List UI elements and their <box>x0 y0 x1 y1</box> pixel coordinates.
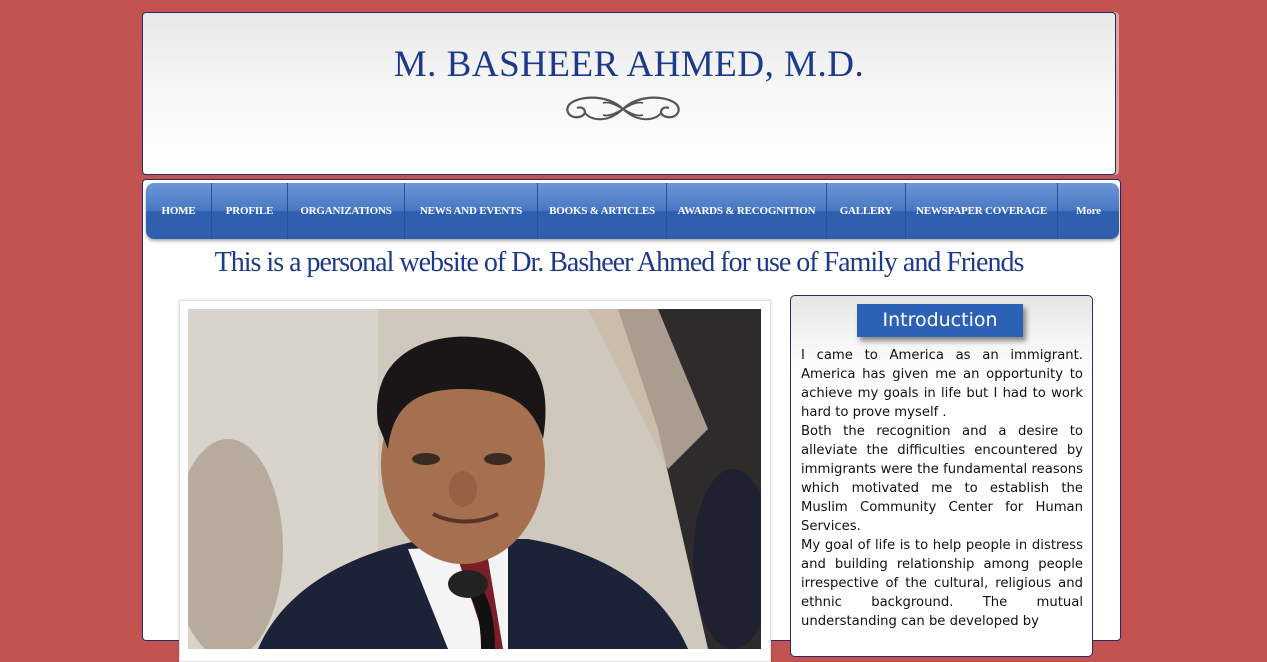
nav-item-profile[interactable]: PROFILE <box>212 183 288 239</box>
portrait-photo-frame <box>179 300 771 662</box>
nav-item-awards-recognition[interactable]: AWARDS & RECOGNITION <box>667 183 827 239</box>
introduction-heading: Introduction <box>857 304 1023 337</box>
introduction-paragraph: Both the recognition and a desire to all… <box>801 424 1083 534</box>
nav-item-more[interactable]: More <box>1058 183 1119 239</box>
introduction-paragraph: My goal of life is to help people in dis… <box>801 538 1083 629</box>
site-title: M. BASHEER AHMED, M.D. <box>393 44 865 85</box>
nav-item-home[interactable]: HOME <box>146 183 212 239</box>
nav-item-newspaper-coverage[interactable]: NEWSPAPER COVERAGE <box>906 183 1058 239</box>
main-content-panel: HOME PROFILE ORGANIZATIONS NEWS AND EVEN… <box>142 179 1121 662</box>
nav-item-gallery[interactable]: GALLERY <box>827 183 906 239</box>
page-tagline: This is a personal website of Dr. Bashee… <box>214 247 1025 278</box>
introduction-text: I came to America as an immigrant. Ameri… <box>801 346 1083 631</box>
site-header: M. BASHEER AHMED, M.D. <box>142 12 1116 175</box>
introduction-panel: Introduction I came to America as an imm… <box>790 295 1093 657</box>
flourish-ornament-icon <box>566 96 680 121</box>
nav-item-news-and-events[interactable]: NEWS AND EVENTS <box>405 183 538 239</box>
nav-item-organizations[interactable]: ORGANIZATIONS <box>288 183 405 239</box>
introduction-paragraph: I came to America as an immigrant. Ameri… <box>801 348 1083 420</box>
nav-item-books-articles[interactable]: BOOKS & ARTICLES <box>538 183 667 239</box>
main-navigation: HOME PROFILE ORGANIZATIONS NEWS AND EVEN… <box>146 183 1119 239</box>
portrait-photo[interactable] <box>188 309 761 649</box>
